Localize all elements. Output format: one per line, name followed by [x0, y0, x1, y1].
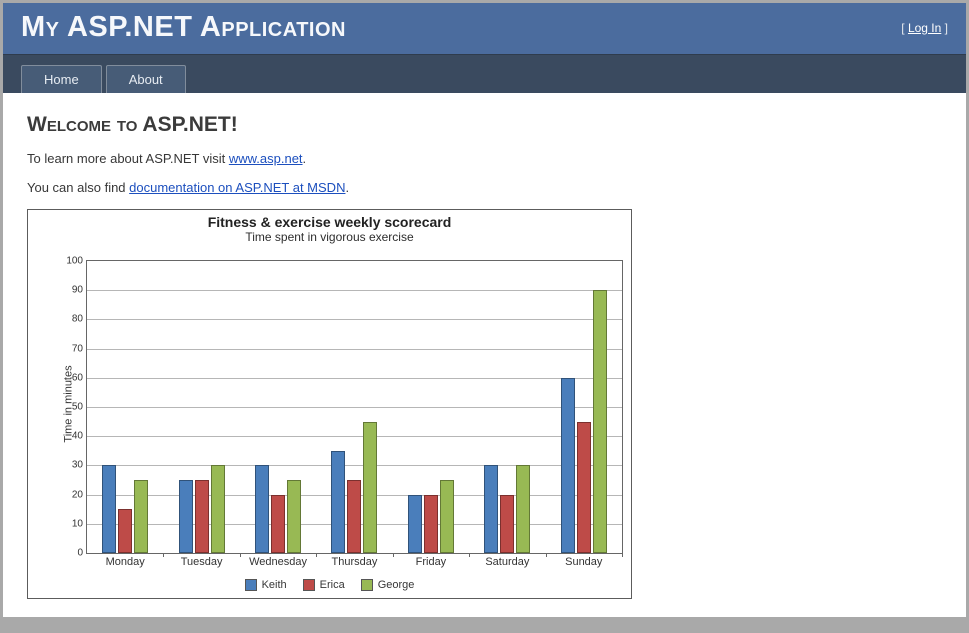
- chart-ytick: 20: [61, 489, 83, 500]
- chart-bar: [347, 480, 361, 553]
- chart-legend-label: Erica: [320, 579, 345, 591]
- intro-link[interactable]: www.asp.net: [229, 151, 303, 166]
- chart-category-group: Wednesday: [240, 261, 316, 553]
- chart-ytick: 30: [61, 460, 83, 471]
- chart-bar: [424, 495, 438, 553]
- nav-tabs: Home About: [3, 54, 966, 93]
- docs-text: You can also find: [27, 180, 129, 195]
- chart-ytick: 70: [61, 343, 83, 354]
- chart-category-label: Thursday: [332, 556, 378, 568]
- chart-subtitle: Time spent in vigorous exercise: [28, 230, 631, 244]
- nav-tab-about[interactable]: About: [106, 65, 186, 93]
- chart-grid: 0102030405060708090100MondayTuesdayWedne…: [86, 260, 623, 554]
- chart-plot-area: 0102030405060708090100MondayTuesdayWedne…: [86, 260, 623, 554]
- chart-bar: [331, 451, 345, 553]
- intro-text: To learn more about ASP.NET visit: [27, 151, 229, 166]
- chart-bar: [363, 422, 377, 553]
- intro-suffix: .: [303, 151, 307, 166]
- chart-xtick: [240, 553, 241, 557]
- chart-title: Fitness & exercise weekly scorecard: [28, 214, 631, 230]
- chart-category-group: Saturday: [469, 261, 545, 553]
- chart-ytick: 10: [61, 518, 83, 529]
- chart-legend-label: Keith: [262, 579, 287, 591]
- chart-legend: Keith Erica George: [28, 579, 631, 594]
- chart-bar: [287, 480, 301, 553]
- chart-bar: [577, 422, 591, 553]
- chart-category-group: Monday: [87, 261, 163, 553]
- chart-category-label: Sunday: [565, 556, 602, 568]
- chart-category-group: Tuesday: [163, 261, 239, 553]
- chart-container: Fitness & exercise weekly scorecard Time…: [27, 209, 632, 599]
- chart-bar: [255, 465, 269, 553]
- chart-category-label: Wednesday: [249, 556, 307, 568]
- page-container: My ASP.NET Application [ Log In ] Home A…: [3, 3, 966, 617]
- chart-xtick: [622, 553, 623, 557]
- chart-legend-label: George: [378, 579, 415, 591]
- page-heading: Welcome to ASP.NET!: [27, 113, 942, 137]
- app-title: My ASP.NET Application: [21, 11, 346, 44]
- chart-ytick: 0: [61, 548, 83, 559]
- docs-suffix: .: [345, 180, 349, 195]
- chart-bar: [211, 465, 225, 553]
- login-link[interactable]: Log In: [908, 21, 941, 35]
- chart-legend-swatch: [245, 579, 257, 591]
- chart-ytick: 50: [61, 402, 83, 413]
- chart-bar: [440, 480, 454, 553]
- chart-category-label: Saturday: [485, 556, 529, 568]
- chart-bar: [500, 495, 514, 553]
- chart-bar: [134, 480, 148, 553]
- chart-legend-swatch: [361, 579, 373, 591]
- chart-legend-swatch: [303, 579, 315, 591]
- chart-ytick: 100: [61, 256, 83, 267]
- login-area: [ Log In ]: [901, 21, 948, 35]
- chart-category-label: Friday: [416, 556, 447, 568]
- chart-xtick: [316, 553, 317, 557]
- docs-link[interactable]: documentation on ASP.NET at MSDN: [129, 180, 345, 195]
- login-bracket-right: ]: [941, 21, 948, 35]
- header-bar: My ASP.NET Application [ Log In ]: [3, 3, 966, 54]
- chart-category-group: Friday: [393, 261, 469, 553]
- chart-ytick: 90: [61, 285, 83, 296]
- chart-xtick: [469, 553, 470, 557]
- chart-bar: [118, 509, 132, 553]
- chart-category-label: Monday: [106, 556, 145, 568]
- chart-bar: [593, 290, 607, 553]
- chart-ytick: 40: [61, 431, 83, 442]
- chart-ytick: 80: [61, 314, 83, 325]
- chart-legend-item: Keith: [245, 579, 287, 591]
- chart-bar: [516, 465, 530, 553]
- chart-legend-item: Erica: [303, 579, 345, 591]
- intro-paragraph: To learn more about ASP.NET visit www.as…: [27, 151, 942, 166]
- chart-bar: [484, 465, 498, 553]
- docs-paragraph: You can also find documentation on ASP.N…: [27, 180, 942, 195]
- chart-legend-item: George: [361, 579, 415, 591]
- chart-category-label: Tuesday: [181, 556, 223, 568]
- chart-xtick: [393, 553, 394, 557]
- chart-bar: [195, 480, 209, 553]
- chart-bar: [102, 465, 116, 553]
- login-bracket-left: [: [901, 21, 908, 35]
- chart-xtick: [163, 553, 164, 557]
- chart-bar: [561, 378, 575, 553]
- chart-bar: [179, 480, 193, 553]
- content-area: Welcome to ASP.NET! To learn more about …: [3, 93, 966, 617]
- chart-ytick: 60: [61, 372, 83, 383]
- chart-category-group: Thursday: [316, 261, 392, 553]
- chart-category-group: Sunday: [546, 261, 622, 553]
- nav-tab-home[interactable]: Home: [21, 65, 102, 93]
- chart-bar: [408, 495, 422, 553]
- chart-bar: [271, 495, 285, 553]
- chart-xtick: [546, 553, 547, 557]
